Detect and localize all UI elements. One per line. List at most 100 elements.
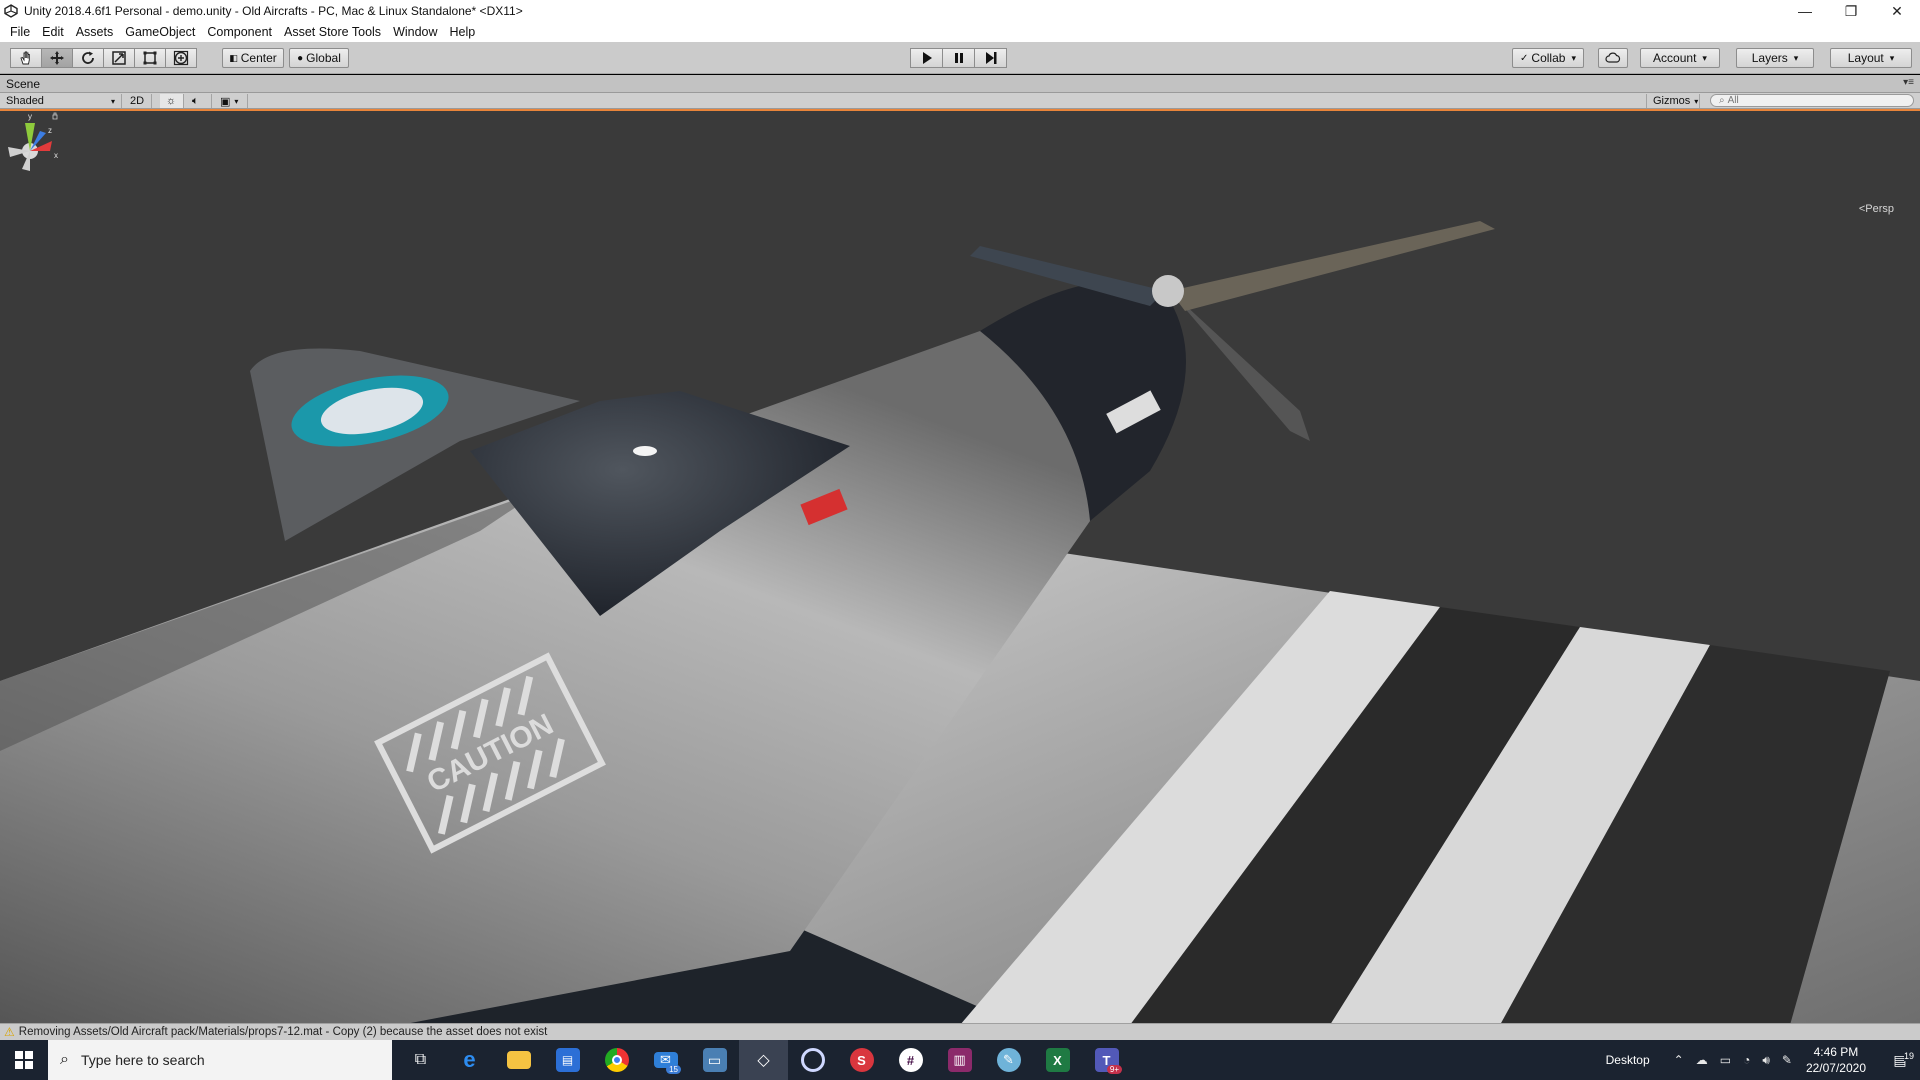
move-tool-button[interactable] bbox=[41, 48, 73, 68]
lighting-toggle[interactable]: ☼ bbox=[160, 94, 184, 108]
audio-toggle[interactable]: 🔈︎ bbox=[186, 94, 212, 108]
search-icon: ⌕ bbox=[60, 1051, 69, 1068]
close-button[interactable]: ✕ bbox=[1874, 0, 1920, 22]
taskbar-search-input[interactable]: ⌕ Type here to search bbox=[48, 1040, 392, 1080]
account-dropdown[interactable]: Account bbox=[1640, 48, 1720, 68]
volume-icon[interactable]: 🔊︎ bbox=[1762, 1053, 1770, 1068]
warning-icon: ⚠ bbox=[4, 1025, 15, 1039]
layers-dropdown[interactable]: Layers bbox=[1736, 48, 1814, 68]
hand-tool-button[interactable] bbox=[10, 48, 42, 68]
start-button[interactable] bbox=[0, 1040, 48, 1080]
onedrive-icon[interactable]: ☁ bbox=[1696, 1053, 1708, 1067]
teams-button[interactable]: T 9+ bbox=[1082, 1040, 1131, 1080]
menu-window[interactable]: Window bbox=[387, 25, 443, 39]
pause-button[interactable] bbox=[942, 48, 975, 68]
collab-dropdown[interactable]: ✓ Collab bbox=[1512, 48, 1584, 68]
y-axis-label: y bbox=[28, 112, 32, 121]
scene-search-input[interactable]: ⌕ All bbox=[1710, 94, 1914, 107]
play-button[interactable] bbox=[910, 48, 943, 68]
battery-icon[interactable]: ▭ bbox=[1720, 1053, 1731, 1067]
pivot-icon: ◧ bbox=[229, 52, 238, 63]
edge-icon: e bbox=[463, 1047, 476, 1072]
aircraft-render: CAUTION bbox=[0, 111, 1920, 1023]
step-button[interactable] bbox=[974, 48, 1007, 68]
cloud-button[interactable] bbox=[1598, 48, 1628, 68]
cortana-icon bbox=[800, 1048, 825, 1072]
scene-viewport[interactable]: CAUTION y z x <Persp bbox=[0, 109, 1920, 1023]
chevron-down-icon: ▾ bbox=[234, 96, 239, 106]
rect-tool-button[interactable] bbox=[134, 48, 166, 68]
chevron-up-icon[interactable]: ⌃ bbox=[1674, 1053, 1684, 1067]
action-center-button[interactable]: ▤ 19 bbox=[1880, 1050, 1920, 1069]
menu-edit[interactable]: Edit bbox=[36, 25, 70, 39]
transform-tool-button[interactable] bbox=[165, 48, 197, 68]
maximize-button[interactable]: ❐ bbox=[1828, 0, 1874, 22]
cortana-button[interactable] bbox=[788, 1040, 837, 1080]
console-status-bar[interactable]: ⚠ Removing Assets/Old Aircraft pack/Mate… bbox=[0, 1023, 1920, 1040]
shading-mode-dropdown[interactable]: Shaded ▾ bbox=[0, 94, 122, 108]
menu-component[interactable]: Component bbox=[201, 25, 278, 39]
tab-scene[interactable]: Scene bbox=[6, 77, 40, 91]
canopy-highlight bbox=[633, 446, 657, 456]
layout-dropdown[interactable]: Layout bbox=[1830, 48, 1912, 68]
z-axis-label: z bbox=[48, 126, 52, 135]
chevron-down-icon: ▾ bbox=[110, 96, 115, 106]
image-icon: ▣ bbox=[220, 95, 231, 108]
excel-button[interactable]: X bbox=[1033, 1040, 1082, 1080]
paint-button[interactable]: ✎ bbox=[984, 1040, 1033, 1080]
lock-icon[interactable] bbox=[52, 112, 58, 120]
slack-button[interactable]: # bbox=[886, 1040, 935, 1080]
orientation-gizmo[interactable]: y z x bbox=[0, 111, 60, 211]
layout-label: Layout bbox=[1847, 51, 1884, 65]
menu-help[interactable]: Help bbox=[444, 25, 482, 39]
tab-menu-icon[interactable]: ▾≡ bbox=[1903, 77, 1914, 88]
folder-icon bbox=[506, 1051, 531, 1069]
substance-button[interactable]: S bbox=[837, 1040, 886, 1080]
globe-icon: ● bbox=[297, 52, 304, 64]
clock-time: 4:46 PM bbox=[1813, 1045, 1859, 1059]
main-toolbar: ◧ Center ● Global ✓ Collab Account Layer… bbox=[0, 42, 1920, 74]
menu-assets[interactable]: Assets bbox=[70, 25, 120, 39]
hand-icon bbox=[20, 51, 30, 65]
wifi-icon[interactable]: ◔ bbox=[1743, 1053, 1750, 1067]
scene-tab-bar: Scene ▾≡ bbox=[0, 75, 1920, 93]
menu-gameobject[interactable]: GameObject bbox=[119, 25, 201, 39]
projection-toggle[interactable]: <Persp bbox=[1859, 203, 1894, 215]
edge-button[interactable]: e bbox=[445, 1040, 494, 1080]
clock[interactable]: 4:46 PM 22/07/2020 bbox=[1806, 1044, 1866, 1076]
pivot-space-label: Global bbox=[306, 51, 341, 65]
network-app-button[interactable]: ▭ bbox=[690, 1040, 739, 1080]
clock-date: 22/07/2020 bbox=[1805, 1061, 1866, 1075]
unity-button[interactable]: ◇ bbox=[739, 1040, 788, 1080]
pause-icon bbox=[954, 53, 963, 63]
winrar-button[interactable]: ▥ bbox=[935, 1040, 984, 1080]
unity-icon: ◇ bbox=[757, 1052, 770, 1069]
store-button[interactable]: ▤ bbox=[543, 1040, 592, 1080]
toggle-2d-label: 2D bbox=[130, 95, 145, 107]
menu-asset-store-tools[interactable]: Asset Store Tools bbox=[278, 25, 387, 39]
desktop-toolbar-label[interactable]: Desktop bbox=[1606, 1053, 1650, 1067]
substance-icon: S bbox=[849, 1048, 874, 1072]
minimize-button[interactable]: — bbox=[1782, 0, 1828, 22]
scale-icon bbox=[112, 51, 126, 65]
move-icon bbox=[50, 51, 64, 65]
scale-tool-button[interactable] bbox=[103, 48, 135, 68]
rotate-tool-button[interactable] bbox=[72, 48, 104, 68]
task-view-button[interactable]: ⧉ bbox=[396, 1040, 445, 1080]
monitor-icon: ▭ bbox=[702, 1048, 727, 1072]
file-explorer-button[interactable] bbox=[494, 1040, 543, 1080]
pivot-mode-button[interactable]: ◧ Center bbox=[222, 48, 284, 68]
gizmos-dropdown[interactable]: Gizmos ▾ bbox=[1646, 94, 1700, 108]
pivot-space-button[interactable]: ● Global bbox=[289, 48, 349, 68]
scene-search-placeholder: All bbox=[1727, 95, 1739, 106]
pen-icon[interactable]: ✎ bbox=[1782, 1053, 1792, 1067]
chevron-down-icon: ▾ bbox=[1694, 96, 1699, 106]
mail-button[interactable]: ✉ 15 bbox=[641, 1040, 690, 1080]
store-icon: ▤ bbox=[555, 1048, 580, 1072]
account-label: Account bbox=[1653, 51, 1697, 65]
spinner bbox=[1152, 275, 1184, 307]
chrome-button[interactable] bbox=[592, 1040, 641, 1080]
effects-dropdown[interactable]: ▣ ▾ bbox=[214, 94, 248, 108]
menu-file[interactable]: File bbox=[4, 25, 36, 39]
toggle-2d-button[interactable]: 2D bbox=[124, 94, 152, 108]
